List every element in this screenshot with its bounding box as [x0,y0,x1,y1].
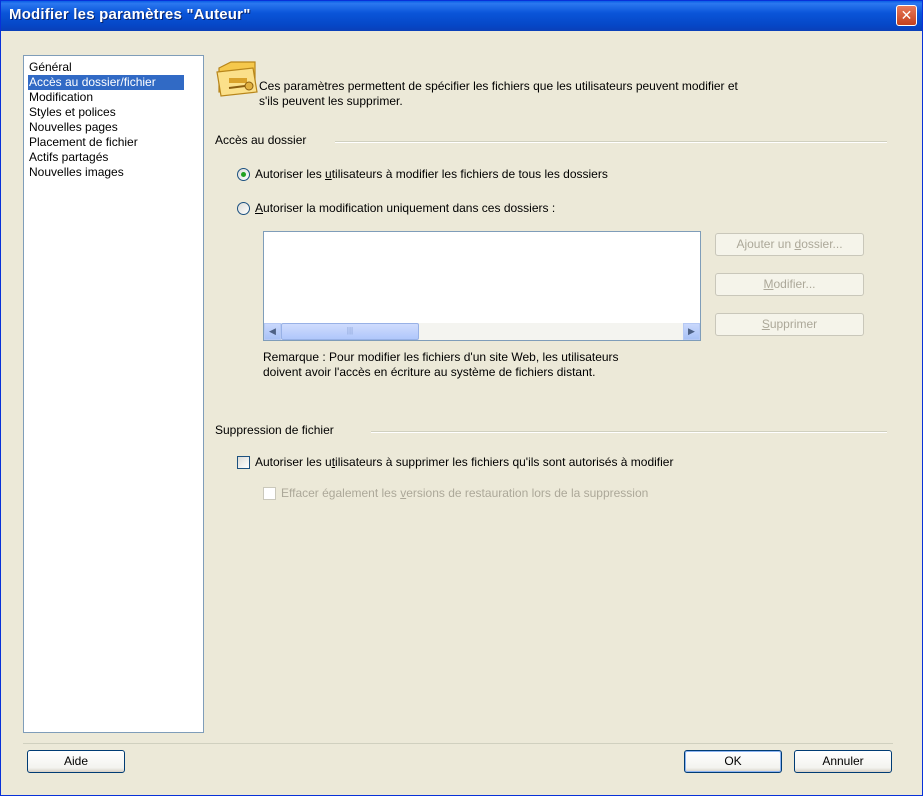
sidebar-item-new-pages[interactable]: Nouvelles pages [28,120,203,135]
file-deletion-heading: Suppression de fichier [215,423,334,437]
divider [23,743,893,744]
settings-dialog: Modifier les paramètres "Auteur" ✕ Génér… [0,0,923,796]
edit-folder-button[interactable]: Modifier... [715,273,864,296]
checkbox[interactable] [263,486,276,500]
remote-access-note: Remarque : Pour modifier les fichiers d'… [263,350,619,379]
title-bar[interactable]: Modifier les paramètres "Auteur" ✕ [1,1,922,31]
sidebar-item-folder-file-access[interactable]: Accès au dossier/fichier [28,75,184,90]
cancel-button[interactable]: Annuler [794,750,892,773]
scroll-thumb[interactable]: ||| [281,323,419,340]
folder-access-heading: Accès au dossier [215,133,307,147]
checkbox[interactable] [237,455,250,469]
scroll-left-icon[interactable]: ◀ [264,323,281,340]
intro-text: Ces paramètres permettent de spécifier l… [259,79,738,108]
radio-button[interactable] [237,201,250,215]
divider [371,431,887,433]
ok-button[interactable]: OK [684,750,782,773]
folder-key-icon [216,61,258,97]
close-icon: ✕ [900,7,913,23]
divider [335,141,887,143]
radio-all-folders[interactable]: Autoriser les utilisateurs à modifier le… [237,167,608,181]
delete-versions-checkbox[interactable]: Effacer également les versions de restau… [263,486,648,500]
sidebar-item-editing[interactable]: Modification [28,90,203,105]
radio-only-these-folders[interactable]: Autoriser la modification uniquement dan… [237,201,555,215]
delete-folder-button[interactable]: Supprimer [715,313,864,336]
sidebar-item-file-placement[interactable]: Placement de fichier [28,135,203,150]
sidebar-item-shared-assets[interactable]: Actifs partagés [28,150,203,165]
category-list[interactable]: Général Accès au dossier/fichier Modific… [23,55,204,733]
sidebar-item-general[interactable]: Général [28,60,203,75]
add-folder-button[interactable]: Ajouter un dossier... [715,233,864,256]
close-button[interactable]: ✕ [896,5,917,26]
delete-versions-label: Effacer également les versions de restau… [281,486,649,500]
scroll-right-icon[interactable]: ▶ [683,323,700,340]
settings-panel: Ces paramètres permettent de spécifier l… [215,55,895,745]
dialog-title: Modifier les paramètres "Auteur" [9,6,251,23]
allow-delete-label: Autoriser les utilisateurs à supprimer l… [255,455,674,469]
radio-only-folders-label: Autoriser la modification uniquement dan… [255,201,556,215]
allow-delete-checkbox[interactable]: Autoriser les utilisateurs à supprimer l… [237,455,673,469]
sidebar-item-new-images[interactable]: Nouvelles images [28,165,203,180]
radio-all-folders-label: Autoriser les utilisateurs à modifier le… [255,167,608,181]
folder-list[interactable]: ◀ ||| ▶ [263,231,701,341]
radio-button[interactable] [237,167,250,181]
horizontal-scrollbar[interactable]: ◀ ||| ▶ [264,323,700,340]
sidebar-item-styles-fonts[interactable]: Styles et polices [28,105,203,120]
help-button[interactable]: Aide [27,750,125,773]
